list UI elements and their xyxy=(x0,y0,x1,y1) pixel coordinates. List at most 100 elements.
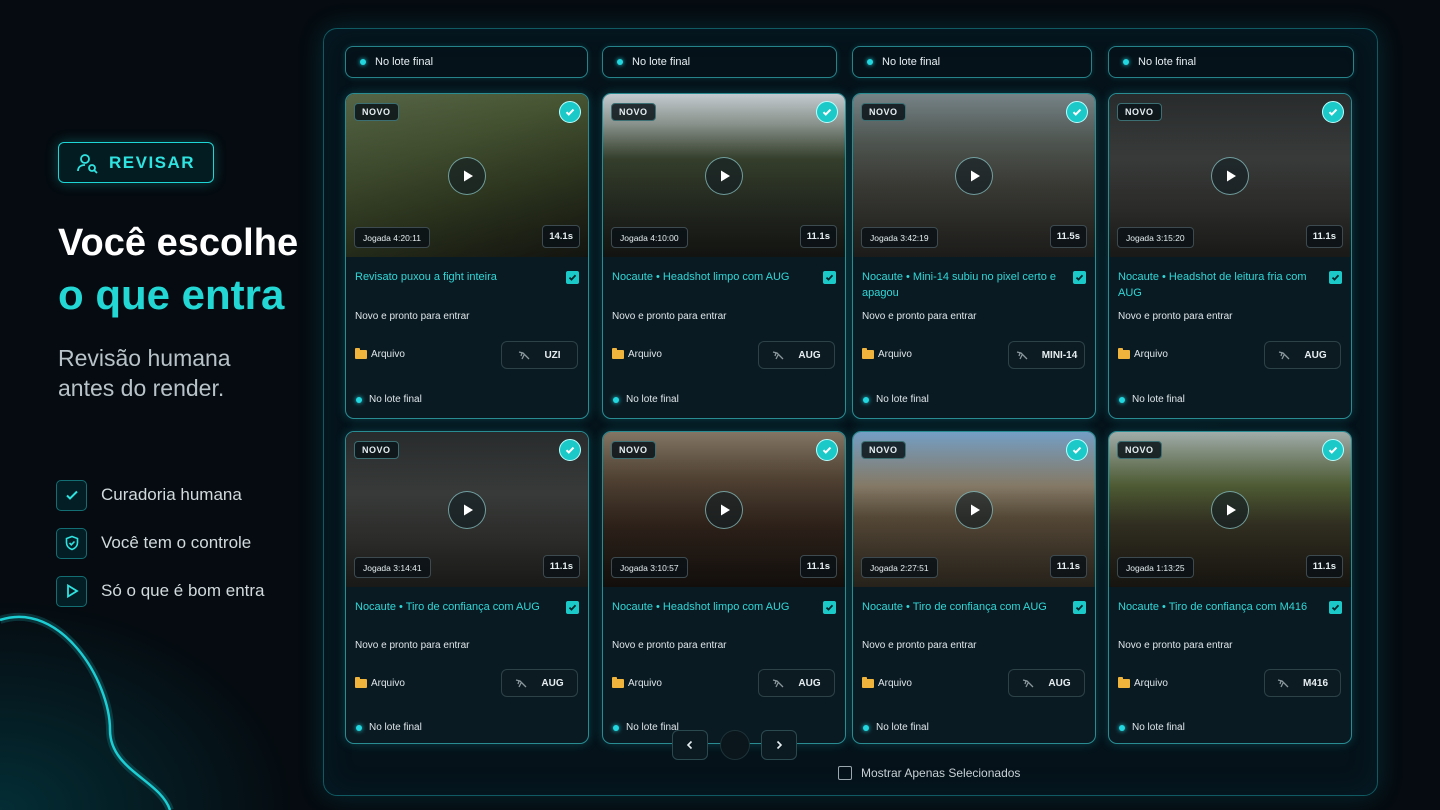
include-checkbox[interactable] xyxy=(1073,601,1086,614)
weapon-tag[interactable]: AUG xyxy=(1008,669,1085,697)
clip-card[interactable]: NOVO Jogada 3:14:41 11.1s Nocaute • Tiro de… xyxy=(345,431,589,744)
play-button[interactable] xyxy=(705,490,743,529)
prev-page-button[interactable] xyxy=(672,730,708,760)
selected-check[interactable] xyxy=(1066,101,1088,123)
show-selected-toggle[interactable]: Mostrar Apenas Selecionados xyxy=(838,766,1020,780)
play-icon xyxy=(56,575,87,607)
page-indicator[interactable] xyxy=(720,730,750,760)
weapon-tag[interactable]: AUG xyxy=(1264,341,1341,369)
weapon-tag[interactable]: AUG xyxy=(758,669,835,697)
video-thumbnail[interactable]: NOVO Jogada 4:20:11 14.1s xyxy=(346,94,588,257)
weapon-tag[interactable]: UZI xyxy=(501,341,578,369)
selected-check[interactable] xyxy=(559,101,581,123)
column-header[interactable]: No lote final xyxy=(345,46,588,78)
selected-check[interactable] xyxy=(1322,439,1344,461)
timestamp-badge: Jogada 1:13:25 xyxy=(1117,557,1194,578)
clip-card[interactable]: NOVO Jogada 1:13:25 11.1s Nocaute • Tiro de… xyxy=(1108,431,1352,744)
weapon-icon xyxy=(773,679,784,688)
column-header[interactable]: No lote final xyxy=(602,46,837,78)
selected-check[interactable] xyxy=(1322,101,1344,123)
batch-status-label: No lote final xyxy=(1132,394,1185,405)
folder-label[interactable]: Arquivo xyxy=(862,348,912,360)
include-checkbox[interactable] xyxy=(823,271,836,284)
play-button[interactable] xyxy=(955,156,993,195)
clip-card[interactable]: NOVO Jogada 4:10:00 11.1s Nocaute • Headsho… xyxy=(602,93,846,419)
include-checkbox[interactable] xyxy=(1329,271,1342,284)
column-header[interactable]: No lote final xyxy=(852,46,1092,78)
clip-status: Novo e pronto para entrar xyxy=(862,311,977,322)
folder-label[interactable]: Arquivo xyxy=(612,348,662,360)
check-icon xyxy=(822,108,832,116)
clip-card[interactable]: NOVO Jogada 4:20:11 14.1s Revisato puxou a … xyxy=(345,93,589,419)
batch-status: No lote final xyxy=(613,722,679,733)
subtitle-line-2: antes do render. xyxy=(58,375,225,401)
weapon-tag[interactable]: M416 xyxy=(1264,669,1341,697)
folder-icon xyxy=(1118,348,1130,359)
headline-line-1: Você escolhe xyxy=(58,222,299,264)
video-thumbnail[interactable]: NOVO Jogada 3:15:20 11.1s xyxy=(1109,94,1351,257)
clip-title: Nocaute • Headshot limpo com AUG xyxy=(612,601,790,613)
folder-label[interactable]: Arquivo xyxy=(1118,677,1168,689)
include-checkbox[interactable] xyxy=(566,601,579,614)
folder-label[interactable]: Arquivo xyxy=(355,348,405,360)
show-selected-checkbox[interactable] xyxy=(838,766,852,780)
video-thumbnail[interactable]: NOVO Jogada 4:10:00 11.1s xyxy=(603,94,845,257)
batch-status: No lote final xyxy=(613,394,679,405)
folder-label[interactable]: Arquivo xyxy=(612,677,662,689)
play-icon xyxy=(1227,504,1236,515)
clip-card[interactable]: NOVO Jogada 3:42:19 11.5s Nocaute • Mini-14… xyxy=(852,93,1096,419)
new-badge: NOVO xyxy=(354,103,399,121)
selected-check[interactable] xyxy=(816,439,838,461)
folder-label[interactable]: Arquivo xyxy=(862,677,912,689)
play-button[interactable] xyxy=(448,156,486,195)
video-thumbnail[interactable]: NOVO Jogada 3:42:19 11.5s xyxy=(853,94,1095,257)
batch-status-label: No lote final xyxy=(876,722,929,733)
folder-icon xyxy=(1118,677,1130,688)
timestamp-badge: Jogada 3:42:19 xyxy=(861,227,938,248)
feature-item: Curadoria humana xyxy=(56,479,265,511)
clip-card[interactable]: NOVO Jogada 3:15:20 11.1s Nocaute • Headsho… xyxy=(1108,93,1352,419)
column-header-label: No lote final xyxy=(882,56,941,68)
weapon-name: M416 xyxy=(1302,677,1328,689)
play-button[interactable] xyxy=(448,490,486,529)
weapon-name: AUG xyxy=(1048,677,1071,689)
video-thumbnail[interactable]: NOVO Jogada 1:13:25 11.1s xyxy=(1109,432,1351,587)
include-checkbox[interactable] xyxy=(1073,271,1086,284)
folder-label[interactable]: Arquivo xyxy=(1118,348,1168,360)
shield-icon xyxy=(56,527,87,559)
play-button[interactable] xyxy=(1211,156,1249,195)
user-review-icon xyxy=(77,153,98,174)
timestamp-badge: Jogada 3:15:20 xyxy=(1117,227,1194,248)
weapon-name: MINI-14 xyxy=(1041,349,1078,361)
play-button[interactable] xyxy=(705,156,743,195)
weapon-tag[interactable]: AUG xyxy=(758,341,835,369)
check-icon xyxy=(825,274,834,281)
folder-icon xyxy=(355,677,367,688)
weapon-tag[interactable]: MINI-14 xyxy=(1008,341,1085,369)
include-checkbox[interactable] xyxy=(1329,601,1342,614)
video-thumbnail[interactable]: NOVO Jogada 2:27:51 11.1s xyxy=(853,432,1095,587)
subtitle: Revisão humana antes do render. xyxy=(58,343,318,403)
clip-card[interactable]: NOVO Jogada 3:10:57 11.1s Nocaute • Headsho… xyxy=(602,431,846,744)
include-checkbox[interactable] xyxy=(566,271,579,284)
show-selected-label: Mostrar Apenas Selecionados xyxy=(861,766,1021,780)
next-page-button[interactable] xyxy=(761,730,797,760)
selected-check[interactable] xyxy=(559,439,581,461)
check-icon xyxy=(1075,604,1084,611)
video-thumbnail[interactable]: NOVO Jogada 3:10:57 11.1s xyxy=(603,432,845,587)
clip-status: Novo e pronto para entrar xyxy=(1118,311,1233,322)
selected-check[interactable] xyxy=(1066,439,1088,461)
selected-check[interactable] xyxy=(816,101,838,123)
play-button[interactable] xyxy=(1211,490,1249,529)
clip-title: Nocaute • Headshot de leitura fria com A… xyxy=(1118,271,1307,299)
column-header[interactable]: No lote final xyxy=(1108,46,1354,78)
weapon-tag[interactable]: AUG xyxy=(501,669,578,697)
include-checkbox[interactable] xyxy=(823,601,836,614)
duration-badge: 11.1s xyxy=(1305,225,1343,248)
play-button[interactable] xyxy=(955,490,993,529)
timestamp-badge: Jogada 2:27:51 xyxy=(861,557,938,578)
clip-card[interactable]: NOVO Jogada 2:27:51 11.1s Nocaute • Tiro de… xyxy=(852,431,1096,744)
folder-label[interactable]: Arquivo xyxy=(355,677,405,689)
video-thumbnail[interactable]: NOVO Jogada 3:14:41 11.1s xyxy=(346,432,588,587)
clip-status: Novo e pronto para entrar xyxy=(612,640,727,651)
